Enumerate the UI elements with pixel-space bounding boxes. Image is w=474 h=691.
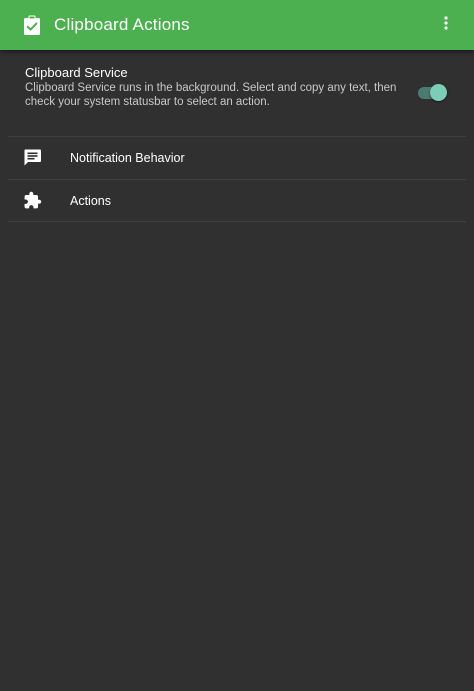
- menu-item-label: Actions: [70, 194, 111, 208]
- message-icon: [23, 148, 42, 167]
- menu-item-notification-behavior[interactable]: Notification Behavior: [0, 137, 474, 179]
- service-title: Clipboard Service: [25, 65, 128, 80]
- service-toggle[interactable]: [416, 84, 448, 102]
- puzzle-icon: [23, 191, 42, 210]
- more-vert-icon: [444, 15, 448, 35]
- clipboard-check-icon: [23, 15, 41, 35]
- clipboard-service-setting[interactable]: Clipboard Service Clipboard Service runs…: [0, 50, 474, 136]
- divider: [8, 221, 466, 222]
- menu-item-actions[interactable]: Actions: [0, 180, 474, 222]
- service-description: Clipboard Service runs in the background…: [25, 82, 397, 108]
- toggle-thumb: [430, 84, 447, 101]
- menu-item-label: Notification Behavior: [70, 151, 185, 165]
- app-bar: Clipboard Actions: [0, 0, 474, 50]
- overflow-menu-button[interactable]: [432, 11, 460, 39]
- app-title: Clipboard Actions: [54, 15, 190, 34]
- app-window: Clipboard Actions Clipboard Service Clip…: [0, 0, 474, 691]
